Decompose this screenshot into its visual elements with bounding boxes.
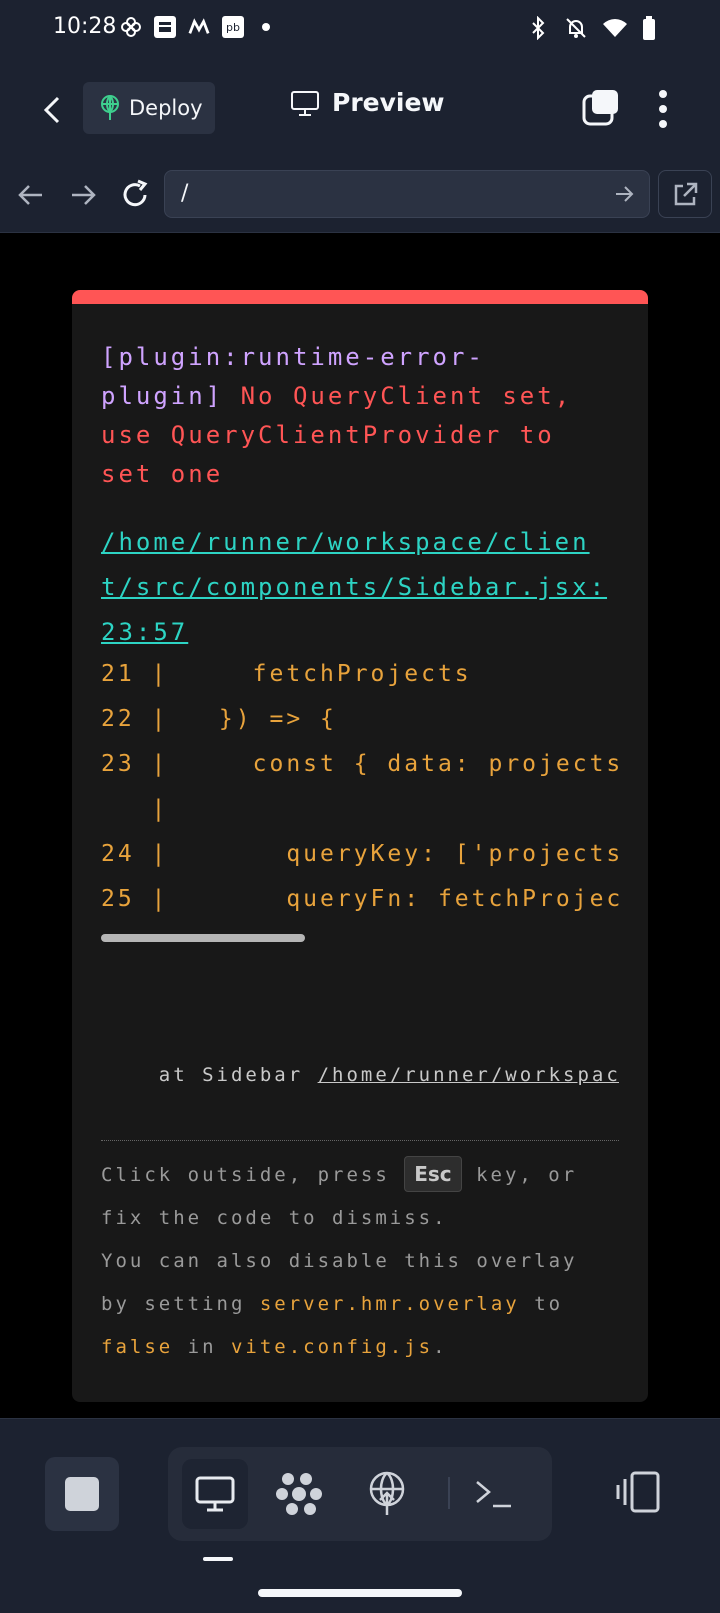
stack-prefix: at Sidebar [101,1064,318,1086]
more-options-button[interactable] [650,88,676,130]
notification-icons: pb [120,16,270,38]
stop-button[interactable] [45,1457,119,1531]
fan-icon [120,16,142,38]
error-file-link[interactable]: /home/runner/workspace/client/src/compon… [101,520,611,655]
preview-frame[interactable]: [plugin:runtime-error-plugin] No QueryCl… [0,233,720,1418]
panel-toggle-button[interactable] [614,1469,662,1515]
reload-button[interactable] [118,178,152,212]
status-bar: 10:28 pb [0,0,720,62]
code-line: 24 | queryKey: ['projects' [101,841,619,867]
tabs-button[interactable] [580,88,620,128]
tip-text: Click outside, press [101,1164,405,1186]
go-arrow-icon[interactable] [613,183,635,205]
external-link-icon [674,182,698,206]
preview-tab-button[interactable] [182,1459,248,1529]
bluetooth-icon [528,15,550,44]
page-title: Preview [290,88,445,117]
esc-key-badge: Esc [404,1156,462,1192]
deploy-button[interactable]: Deploy [83,82,215,134]
app-header: Deploy Preview [0,62,720,159]
app-icon [154,16,176,38]
horizontal-scrollbar[interactable] [101,934,305,942]
preview-monitor-icon [195,1476,235,1512]
stop-icon [65,1477,99,1511]
active-tab-indicator [203,1557,233,1561]
dot-icon [262,23,270,31]
nav-back-button[interactable] [14,178,48,212]
url-input[interactable]: / [164,170,650,218]
deploy-label: Deploy [129,96,203,120]
tabs-icon [582,90,618,126]
tip-text: . [433,1336,448,1358]
tip-code: server.hmr.overlay [259,1293,520,1315]
stack-trace: at Sidebar /home/runner/workspace/client… [101,1064,619,1086]
toolbar-separator [448,1477,450,1509]
reload-icon [123,179,148,207]
more-vertical-icon [659,90,667,128]
console-tab-button[interactable] [460,1459,526,1529]
pb-icon: pb [222,16,244,38]
bottom-toolbar [0,1418,720,1613]
chevron-left-icon [43,96,60,124]
arrow-left-icon [18,185,42,205]
open-external-button[interactable] [658,170,712,218]
monitor-icon [291,90,319,116]
code-line: 21 | fetchProjects [101,661,472,687]
url-text: / [181,181,189,206]
code-line: 22 | }) => { [101,706,337,732]
system-icons [528,15,656,44]
battery-icon [642,16,656,44]
code-line: | [101,796,169,822]
tip-text: to [519,1293,564,1315]
workflow-tab-button[interactable] [266,1459,332,1529]
status-time: 10:28 [53,14,117,39]
error-message: [plugin:runtime-error-plugin] No QueryCl… [101,338,601,494]
workflow-icon [276,1473,322,1515]
panel-layout-icon [616,1471,660,1513]
mute-icon [564,16,588,44]
stack-file-link[interactable]: /home/runner/workspace/client/src/compon… [318,1064,619,1086]
overlay-tip: Click outside, press Esc key, or fix the… [101,1154,619,1369]
deploy-globe-icon [369,1471,405,1515]
deploy-tab-button[interactable] [354,1459,420,1529]
page-title-label: Preview [332,88,445,117]
tool-switcher [168,1447,552,1541]
home-indicator[interactable] [258,1589,462,1597]
code-line: 25 | queryFn: fetchProjects [101,886,619,912]
wifi-icon [602,17,628,43]
deploy-icon [101,95,119,120]
error-overlay[interactable]: [plugin:runtime-error-plugin] No QueryCl… [72,290,648,1402]
m-logo-icon [188,16,210,38]
divider [101,1140,619,1141]
tip-code: false [101,1336,174,1358]
code-frame[interactable]: 21 | fetchProjects 22 | }) => { 23 | con… [101,652,619,932]
tip-text: in [173,1336,231,1358]
nav-forward-button[interactable] [66,178,100,212]
arrow-right-icon [72,185,96,205]
code-line: 23 | const { data: projects [101,751,619,777]
url-bar: / [0,158,720,233]
console-icon [476,1481,511,1508]
back-button[interactable] [38,90,70,130]
tip-code: vite.config.js [230,1336,434,1358]
